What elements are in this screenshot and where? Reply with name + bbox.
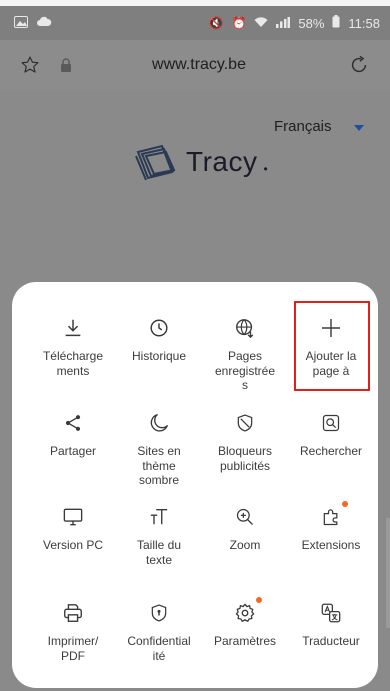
menu-item-privacy[interactable]: Confidential ité [116,600,202,663]
clock-time: 11:58 [348,15,380,31]
puzzle-icon [318,501,348,530]
menu-item-label: Rechercher [299,444,363,458]
menu-item-text-size[interactable]: Taille du texte [116,504,202,567]
desktop-icon [60,504,86,530]
reload-icon[interactable] [346,54,372,76]
highlight-box [294,301,370,391]
wifi-icon [254,16,268,31]
bookmark-star-icon[interactable] [18,55,42,75]
menu-item-print[interactable]: Imprimer/PDF [30,600,116,663]
shield-icon [232,410,258,436]
menu-item-share[interactable]: Partager [30,410,116,459]
menu-item-label: Pages enregistrée s [214,349,276,392]
trademark-mark: • [263,162,268,176]
chevron-down-icon [353,124,364,131]
menu-item-label: Traducteur [302,634,360,648]
menu-item-history[interactable]: Historique [116,315,202,364]
lock-icon[interactable] [54,58,78,72]
menu-item-label: Taille du texte [136,538,182,567]
privacy-shield-icon [146,600,172,626]
language-selector[interactable]: Français [274,118,364,135]
battery-icon [332,15,340,31]
site-logo[interactable]: Tracy • [132,142,268,182]
menu-item-dark-mode[interactable]: Sites en thème sombre [116,410,202,488]
menu-item-label: Sites en thème sombre [137,444,181,487]
menu-item-zoom[interactable]: Zoom [202,504,288,553]
translate-icon [318,600,344,626]
download-icon [60,315,86,341]
gallery-icon [14,15,28,31]
moon-icon [146,410,172,436]
menu-item-settings[interactable]: Paramètres [202,597,288,649]
url-bar: www.tracy.be [0,40,390,90]
menu-item-label: Version PC [42,538,104,552]
printer-icon [60,600,86,626]
clock-icon [146,315,172,341]
menu-item-find[interactable]: Rechercher [288,410,374,459]
menu-item-ad-blockers[interactable]: Bloqueurs publicités [202,410,288,473]
notification-dot [342,501,348,507]
menu-item-label: Partager [49,444,97,458]
menu-item-label: Confidential ité [127,634,191,663]
cloud-icon [36,16,52,31]
signal-icon [276,16,291,31]
url-text[interactable]: www.tracy.be [78,56,320,74]
menu-item-label: Extensions [301,538,361,552]
status-bar: 🔇 ⏰ 58% 11:58 [0,6,390,40]
menu-item-extensions[interactable]: Extensions [288,501,374,553]
gear-icon [232,597,262,626]
menu-item-downloads[interactable]: Télécharge ments [30,315,116,378]
tracy-logo-icon [135,144,176,181]
alarm-icon: ⏰ [231,16,247,30]
menu-item-label: Télécharge ments [42,349,104,378]
battery-percent: 58% [298,15,325,31]
notification-dot [256,597,262,603]
menu-item-label: Historique [131,349,187,363]
menu-item-label: Zoom [229,538,261,552]
menu-item-label: Bloqueurs publicités [217,444,273,473]
mute-icon: 🔇 [208,16,224,30]
menu-item-saved-pages[interactable]: Pages enregistrée s [202,315,288,393]
logo-text: Tracy [186,146,258,177]
menu-item-label: Imprimer/PDF [47,634,99,663]
menu-item-desktop[interactable]: Version PC [30,504,116,553]
find-on-page-icon [318,410,344,436]
zoom-icon [232,504,258,530]
menu-item-label: Paramètres [213,634,277,648]
text-size-icon [146,504,172,530]
language-label: Français [274,118,332,135]
share-icon [60,410,86,436]
scroll-edge [386,518,390,628]
globe-download-icon [232,315,258,341]
menu-item-translator[interactable]: Traducteur [288,600,374,649]
